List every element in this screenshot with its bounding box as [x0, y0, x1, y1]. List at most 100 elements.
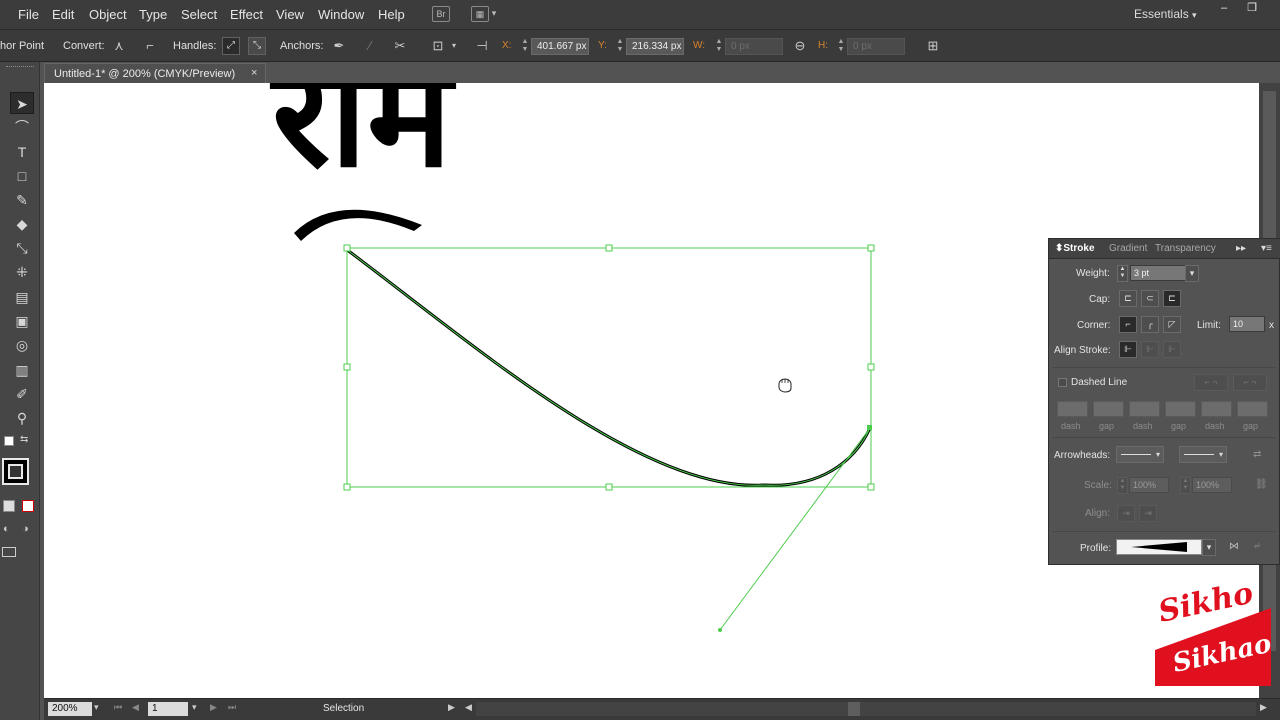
scale-tool-icon[interactable]: ⤡	[10, 237, 34, 259]
round-cap-icon[interactable]: ⊂	[1141, 290, 1159, 307]
connect-anchor-icon[interactable]: ⁄	[362, 38, 378, 54]
y-field[interactable]: 216.334 px	[626, 38, 684, 55]
align-dash-icon[interactable]: ⌐ ¬	[1233, 374, 1267, 391]
document-tab[interactable]: Untitled-1* @ 200% (CMYK/Preview) ×	[44, 63, 266, 83]
bbox-handle-top-right[interactable]	[867, 244, 875, 252]
start-arrowhead-select[interactable]: ▾	[1116, 446, 1164, 463]
bbox-handle-left[interactable]	[343, 363, 351, 371]
convert-smooth-icon[interactable]: ⌐	[142, 38, 158, 54]
minimize-button[interactable]: –	[1212, 2, 1236, 16]
projecting-cap-icon[interactable]: ⊏	[1163, 290, 1181, 307]
panel-grip[interactable]	[6, 66, 34, 68]
prev-page-icon[interactable]: ◀	[132, 702, 139, 713]
free-transform-tool-icon[interactable]: ⁜	[10, 261, 34, 283]
gradient-tool-icon[interactable]: ▣	[10, 310, 34, 332]
status-mode[interactable]: Selection	[323, 703, 364, 714]
expand-panel-icon[interactable]: ▸▸	[1236, 243, 1246, 254]
menu-type[interactable]: Type	[139, 7, 167, 22]
scale-field-2[interactable]: 100%	[1192, 477, 1232, 493]
scale-stepper-1[interactable]: ▲ ▼	[1117, 477, 1128, 494]
direction-handle-point[interactable]	[718, 628, 722, 632]
bbox-handle-bottom-left[interactable]	[343, 483, 351, 491]
tab-transparency[interactable]: Transparency	[1155, 243, 1216, 254]
fill-stroke-swatch[interactable]	[2, 458, 29, 485]
align-outside-icon[interactable]: ⊩	[1163, 341, 1181, 358]
page-field[interactable]: 1	[148, 702, 188, 716]
end-arrowhead-select[interactable]: ▾	[1179, 446, 1227, 463]
tab-gradient[interactable]: Gradient	[1109, 243, 1147, 254]
scroll-right-icon[interactable]: ▶	[1260, 702, 1267, 713]
dash-field-2[interactable]	[1129, 401, 1160, 417]
tab-stroke[interactable]: ⬍Stroke	[1055, 243, 1095, 254]
menu-window[interactable]: Window	[318, 7, 364, 22]
y-stepper[interactable]: ▲ ▼	[615, 38, 625, 55]
pencil-tool-icon[interactable]: ✎	[10, 189, 34, 211]
type-tool-icon[interactable]: T	[10, 141, 34, 163]
color-mode-button[interactable]	[3, 500, 15, 512]
align-inside-icon[interactable]: ⊩	[1141, 341, 1159, 358]
anchor-point[interactable]	[867, 425, 872, 430]
menu-file[interactable]: File	[18, 7, 39, 22]
transform-icon[interactable]: ⊞	[925, 38, 941, 54]
rectangle-tool-icon[interactable]: □	[10, 165, 34, 187]
dash-field-1[interactable]	[1057, 401, 1088, 417]
first-page-icon[interactable]: ⏮	[114, 702, 122, 713]
convert-corner-icon[interactable]: ⋏	[111, 38, 127, 54]
x-stepper[interactable]: ▲ ▼	[520, 38, 530, 55]
miter-join-icon[interactable]: ⌐	[1119, 316, 1137, 333]
align-center-icon[interactable]: ⊩	[1119, 341, 1137, 358]
bbox-handle-bottom-right[interactable]	[867, 483, 875, 491]
hide-handles-button[interactable]: ⤡	[248, 37, 266, 55]
arrange-documents-icon[interactable]: ▦	[471, 6, 489, 22]
restore-button[interactable]: ❐	[1240, 2, 1264, 16]
chevron-down-icon[interactable]: ▾	[490, 6, 498, 22]
w-field[interactable]: 0 px	[725, 38, 783, 55]
menu-view[interactable]: View	[276, 7, 304, 22]
zoom-field[interactable]: 200%	[48, 702, 92, 716]
scale-stepper-2[interactable]: ▲ ▼	[1180, 477, 1191, 494]
profile-select[interactable]	[1116, 539, 1202, 555]
chevron-down-icon[interactable]: ▾	[1185, 265, 1199, 282]
last-page-icon[interactable]: ⏭	[228, 702, 236, 713]
butt-cap-icon[interactable]: ⊏	[1119, 290, 1137, 307]
weight-field[interactable]: 3 pt	[1130, 265, 1186, 281]
h-stepper[interactable]: ▲ ▼	[836, 38, 846, 55]
stroke-swatch[interactable]	[8, 464, 23, 479]
status-menu-icon[interactable]: ▶	[448, 702, 455, 713]
bridge-icon[interactable]: Br	[432, 6, 450, 22]
menu-select[interactable]: Select	[181, 7, 217, 22]
flip-along-icon[interactable]: ⋈	[1229, 541, 1239, 552]
workspace-switcher[interactable]: Essentials ▾	[1134, 7, 1197, 21]
align-icon[interactable]: ⊣	[474, 38, 490, 54]
remove-anchor-icon[interactable]: ✒	[331, 38, 347, 54]
dashed-line-checkbox[interactable]	[1058, 378, 1067, 387]
panel-menu-icon[interactable]: ▾≡	[1261, 243, 1272, 254]
slice-tool-icon[interactable]: ✐	[10, 383, 34, 405]
isolate-icon[interactable]: ⊡	[430, 38, 446, 54]
gap-field-2[interactable]	[1165, 401, 1196, 417]
perspective-grid-tool-icon[interactable]: ▤	[10, 286, 34, 308]
gap-field-3[interactable]	[1237, 401, 1268, 417]
weight-stepper[interactable]: ▲ ▼	[1117, 265, 1128, 282]
eraser-tool-icon[interactable]: ◆	[10, 213, 34, 235]
show-handles-button[interactable]: ⤢	[222, 37, 240, 55]
cut-path-icon[interactable]: ✂	[392, 38, 408, 54]
preserve-dash-icon[interactable]: ⌐ ¬	[1194, 374, 1228, 391]
menu-help[interactable]: Help	[378, 7, 405, 22]
chevron-down-icon[interactable]: ▾	[1202, 539, 1216, 556]
limit-field[interactable]: 10	[1229, 316, 1265, 332]
bbox-handle-top[interactable]	[605, 244, 613, 252]
none-color-swatch[interactable]	[4, 436, 14, 446]
round-join-icon[interactable]: ╭	[1141, 316, 1159, 333]
draw-mode-icon[interactable]: ◐	[3, 523, 10, 535]
screen-mode-icon[interactable]	[2, 547, 16, 557]
gap-field-1[interactable]	[1093, 401, 1124, 417]
none-mode-button[interactable]	[22, 500, 34, 512]
close-icon[interactable]: ×	[251, 67, 257, 79]
swap-colors-icon[interactable]: ⇆	[20, 434, 28, 445]
menu-effect[interactable]: Effect	[230, 7, 263, 22]
link-icon[interactable]: ⊖	[792, 38, 808, 54]
bevel-join-icon[interactable]: ◸	[1163, 316, 1181, 333]
h-field[interactable]: 0 px	[847, 38, 905, 55]
menu-edit[interactable]: Edit	[52, 7, 74, 22]
